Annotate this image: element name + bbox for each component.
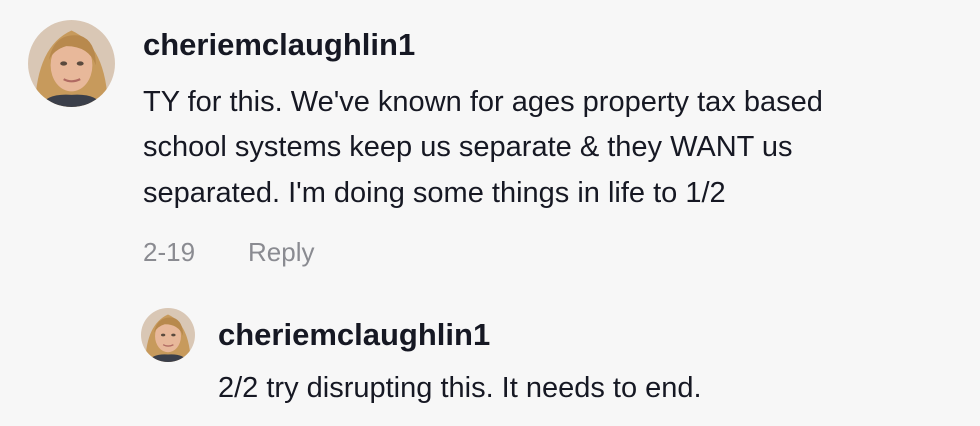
avatar[interactable] bbox=[28, 20, 115, 107]
avatar-photo bbox=[28, 20, 115, 107]
comment: cheriemclaughlin1 TY for this. We've kno… bbox=[0, 0, 980, 290]
comment-text-line: separated. I'm doing some things in life… bbox=[143, 177, 726, 209]
comment-text-line: school systems keep us separate & they W… bbox=[143, 131, 793, 163]
comment-username[interactable]: cheriemclaughlin1 bbox=[143, 24, 415, 66]
avatar-photo bbox=[141, 308, 195, 362]
comment-date: 2-19 bbox=[143, 237, 196, 267]
reply-comment: cheriemclaughlin1 2/2 try disrupting thi… bbox=[0, 290, 980, 426]
comment-text-line: TY for this. We've known for ages proper… bbox=[143, 86, 823, 118]
reply-button[interactable]: Reply bbox=[248, 234, 314, 270]
comment-text: 2/2 try disrupting this. It needs to end… bbox=[218, 372, 702, 404]
avatar[interactable] bbox=[141, 308, 195, 362]
comment-username[interactable]: cheriemclaughlin1 bbox=[218, 314, 490, 356]
